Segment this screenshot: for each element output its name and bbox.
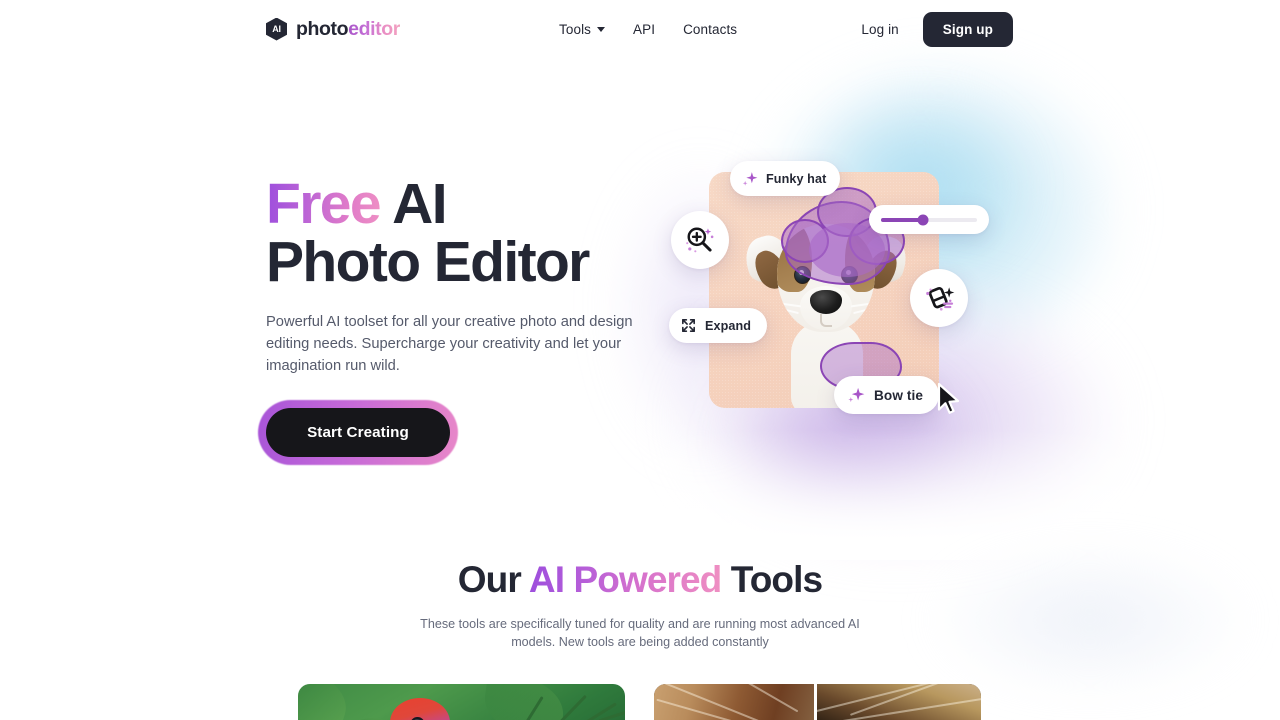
- hair-strand: [849, 684, 981, 716]
- dog-whisker: [780, 302, 802, 307]
- right-fade: [1100, 0, 1280, 560]
- intensity-slider[interactable]: [869, 205, 989, 234]
- logo-badge-text: AI: [272, 23, 281, 34]
- nav-item-tools-label: Tools: [559, 21, 592, 37]
- pill-funky-hat[interactable]: Funky hat: [730, 161, 841, 196]
- auth-group: Log in Sign up: [861, 11, 1013, 47]
- tools-title-suffix: Tools: [721, 559, 823, 600]
- pill-bow-tie-label: Bow tie: [874, 387, 924, 403]
- dog-whisker: [853, 307, 871, 314]
- dog-whisker: [781, 307, 799, 314]
- hero-subtitle: Powerful AI toolset for all your creativ…: [266, 314, 633, 374]
- dog-whisker: [850, 302, 872, 307]
- cta-wrapper: Start Creating: [258, 399, 458, 465]
- hair-before-half: [654, 684, 814, 720]
- pill-expand[interactable]: Expand: [669, 308, 768, 343]
- logo-name-first: photo: [296, 17, 349, 40]
- sparkle-icon: [742, 172, 758, 186]
- hair-before-after-card[interactable]: [654, 684, 981, 720]
- logo-text: photoeditor: [296, 18, 400, 41]
- hair-strand: [816, 684, 954, 714]
- bird-foliage-card[interactable]: [298, 684, 625, 720]
- login-link[interactable]: Log in: [861, 22, 898, 37]
- hat-selection-fill: [809, 223, 885, 277]
- magnifier-plus-sparkle-button[interactable]: [671, 211, 729, 269]
- chevron-down-icon: [597, 27, 606, 32]
- hero-title-rest: AI: [380, 172, 447, 236]
- tools-section: Our AI Powered Tools These tools are spe…: [0, 559, 1280, 652]
- pill-funky-hat-label: Funky hat: [766, 171, 827, 186]
- logo[interactable]: AI photoeditor: [266, 17, 400, 41]
- logo-name-second: editor: [348, 17, 400, 40]
- start-creating-button[interactable]: Start Creating: [266, 407, 450, 457]
- hair-after-half: [816, 684, 981, 720]
- sparkle-icon: [848, 387, 865, 403]
- pill-bow-tie[interactable]: Bow tie: [834, 376, 940, 414]
- hair-strand: [719, 684, 799, 712]
- hair-strand: [656, 698, 792, 720]
- hero-visual: Funky hat Expand Bow tie: [640, 60, 1040, 480]
- tools-section-title: Our AI Powered Tools: [0, 559, 1280, 601]
- magic-eraser-button[interactable]: [910, 269, 968, 327]
- hero-copy: Free AI Photo Editor Powerful AI toolset…: [258, 175, 666, 465]
- leaf-shape: [298, 684, 355, 720]
- slider-thumb[interactable]: [917, 214, 929, 225]
- mouse-pointer-icon: [937, 382, 960, 414]
- pill-expand-label: Expand: [705, 318, 752, 333]
- nav-item-api[interactable]: API: [633, 22, 655, 37]
- nav-item-contacts[interactable]: Contacts: [683, 22, 737, 37]
- dog-mouth: [820, 314, 832, 327]
- main-navigation: Tools API Contacts: [559, 22, 737, 37]
- signup-button[interactable]: Sign up: [922, 11, 1013, 47]
- hero-title-line2: Photo Editor: [266, 230, 590, 295]
- nav-item-tools[interactable]: Tools: [559, 21, 606, 37]
- before-after-divider[interactable]: [814, 684, 817, 720]
- magic-eraser-sparkle-icon: [926, 287, 955, 311]
- ai-hexagon-icon: AI: [266, 17, 287, 41]
- slider-track[interactable]: [881, 214, 977, 225]
- tools-title-prefix: Our: [457, 559, 529, 600]
- magnifier-plus-sparkle-icon: [686, 227, 714, 253]
- tool-cards-row: [298, 684, 981, 720]
- page-title: Free AI Photo Editor: [266, 175, 666, 291]
- expand-arrows-icon: [682, 319, 695, 332]
- tools-section-subtitle: These tools are specifically tuned for q…: [420, 616, 860, 650]
- hero-title-accent: Free: [266, 172, 382, 236]
- tools-title-accent: AI Powered: [528, 559, 722, 600]
- leaf-shape: [480, 684, 568, 720]
- site-header: AI photoeditor Tools API Contacts Log in…: [0, 0, 1280, 58]
